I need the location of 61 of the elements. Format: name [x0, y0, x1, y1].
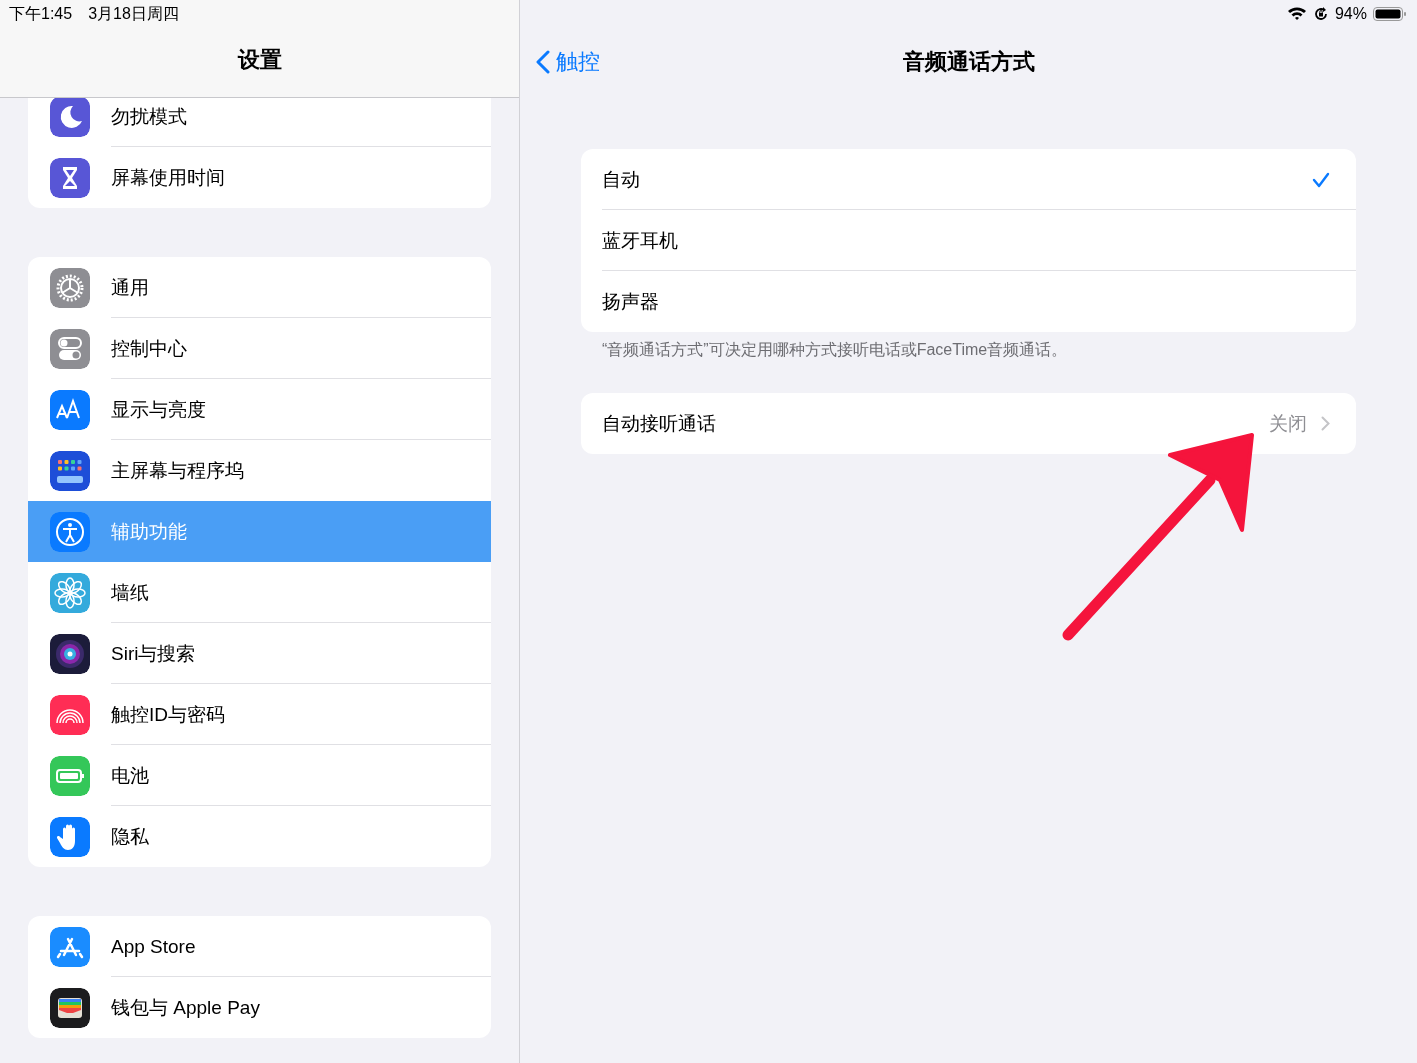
sidebar-item[interactable]: 屏幕使用时间 [28, 147, 491, 208]
battery-icon [1373, 5, 1407, 22]
sidebar-label: 触控ID与密码 [111, 702, 225, 727]
option-label: 蓝牙耳机 [602, 228, 678, 253]
sidebar-label: 勿扰模式 [111, 104, 187, 129]
fingerprint-icon [50, 694, 90, 735]
status-date: 3月18日周四 [88, 4, 179, 24]
auto-answer-row[interactable]: 自动接听通话 关闭 [581, 393, 1356, 454]
sidebar-item[interactable]: 隐私 [28, 806, 491, 867]
option-label: 自动 [602, 167, 640, 192]
rotation-lock-icon [1312, 5, 1329, 22]
sidebar-label: 墙纸 [111, 580, 149, 605]
sidebar-item[interactable]: 控制中心 [28, 318, 491, 379]
wifi-icon [1286, 6, 1307, 21]
hand-icon [50, 816, 90, 857]
accessibility-icon [50, 511, 90, 552]
sidebar-item[interactable]: 电池 [28, 745, 491, 806]
sidebar-label: 通用 [111, 275, 149, 300]
battery-percent: 94% [1334, 4, 1367, 23]
sidebar-item[interactable]: 墙纸 [28, 562, 491, 623]
sidebar-item[interactable]: 通用 [28, 257, 491, 318]
sidebar-title: 设置 [236, 46, 283, 74]
chevron-icon [1321, 416, 1330, 431]
auto-answer-label: 自动接听通话 [602, 411, 716, 436]
page-title: 音频通话方式 [902, 48, 1035, 76]
sidebar-item[interactable]: 主屏幕与程序坞 [28, 440, 491, 501]
app-grid-icon [50, 450, 90, 491]
back-button[interactable]: 触控 [536, 47, 600, 77]
text-size-icon [50, 389, 90, 430]
orb-icon [50, 633, 90, 674]
battery-icon [50, 755, 90, 796]
sidebar-item[interactable]: App Store [28, 916, 491, 977]
sidebar-item[interactable]: Siri与搜索 [28, 623, 491, 684]
gear-icon [50, 267, 90, 308]
back-chevron-icon [536, 50, 550, 74]
sidebar-item[interactable]: 触控ID与密码 [28, 684, 491, 745]
sidebar-label: Siri与搜索 [111, 641, 196, 666]
sidebar-label: App Store [111, 935, 196, 958]
app-store-icon [50, 926, 90, 967]
sidebar-label: 隐私 [111, 824, 149, 849]
status-time: 下午1:45 [9, 4, 73, 24]
sidebar-label: 主屏幕与程序坞 [111, 458, 244, 483]
toggles-icon [50, 328, 90, 369]
option-row[interactable]: 蓝牙耳机 [581, 210, 1356, 271]
sidebar-label: 屏幕使用时间 [111, 165, 225, 190]
flower-icon [50, 572, 90, 613]
sidebar-label: 钱包与 Apple Pay [111, 995, 260, 1020]
option-label: 扬声器 [602, 289, 659, 314]
sidebar-label: 电池 [111, 763, 149, 788]
sidebar-item[interactable]: 钱包与 Apple Pay [28, 977, 491, 1038]
sidebar-item[interactable]: 显示与亮度 [28, 379, 491, 440]
option-row[interactable]: 自动 [581, 149, 1356, 210]
hourglass-icon [50, 157, 90, 198]
option-row[interactable]: 扬声器 [581, 271, 1356, 332]
sidebar-label: 显示与亮度 [111, 397, 206, 422]
sidebar-label: 控制中心 [111, 336, 187, 361]
footnote: “音频通话方式”可决定用哪种方式接听电话或FaceTime音频通话。 [602, 340, 1069, 360]
auto-answer-value: 关闭 [1269, 411, 1307, 436]
wallet-icon [50, 987, 90, 1028]
sidebar-item[interactable]: 勿扰模式 [28, 98, 491, 147]
sidebar-label: 辅助功能 [111, 519, 187, 544]
